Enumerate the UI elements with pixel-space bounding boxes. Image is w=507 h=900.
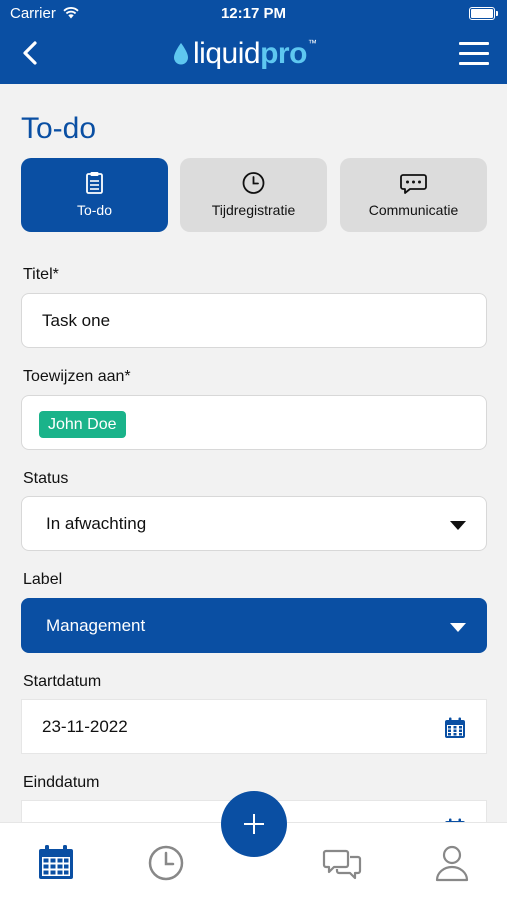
- tab-communicatie[interactable]: Communicatie: [340, 158, 487, 232]
- tab-tijdregistratie[interactable]: Tijdregistratie: [180, 158, 327, 232]
- title-input[interactable]: Task one: [21, 293, 487, 348]
- clock-icon[interactable]: [146, 843, 186, 883]
- logo-trademark: ™: [307, 38, 317, 48]
- status-select[interactable]: In afwachting: [21, 496, 487, 551]
- user-icon[interactable]: [432, 843, 472, 883]
- chat-icon: [400, 174, 427, 194]
- chat-icon[interactable]: [322, 843, 362, 883]
- water-drop-icon: [174, 43, 188, 65]
- calendar-icon[interactable]: [444, 717, 466, 739]
- logo-text-pro: pro: [260, 37, 307, 70]
- end-date-label: Einddatum: [23, 774, 100, 791]
- label-select-value: Management: [46, 616, 146, 635]
- title-label: Titel*: [23, 266, 59, 283]
- tab-todo-label: To-do: [76, 202, 113, 218]
- tab-communicatie-label: Communicatie: [368, 202, 459, 218]
- status-bar: Carrier 12:17 PM: [0, 0, 507, 28]
- start-date-label: Startdatum: [23, 673, 102, 690]
- clock-icon: [242, 172, 265, 194]
- tab-todo[interactable]: To-do: [21, 158, 168, 232]
- assignee-chip[interactable]: John Doe: [39, 411, 126, 438]
- status-time: 12:17 PM: [220, 5, 287, 22]
- app-logo: liquidpro ™: [172, 34, 317, 74]
- menu-icon-bar: [459, 52, 489, 55]
- app-header: Carrier 12:17 PM liquidpro ™: [0, 0, 507, 84]
- add-button[interactable]: [221, 791, 287, 857]
- dropdown-arrow-icon: [450, 521, 466, 530]
- calendar-icon[interactable]: [36, 843, 76, 883]
- label-select[interactable]: Management: [21, 598, 487, 653]
- tab-tijdregistratie-label: Tijdregistratie: [211, 202, 296, 218]
- status-select-value: In afwachting: [46, 514, 147, 533]
- dropdown-arrow-icon: [450, 623, 466, 632]
- back-button[interactable]: [16, 38, 46, 68]
- battery-icon: [469, 7, 498, 20]
- assign-label: Toewijzen aan*: [23, 368, 131, 385]
- menu-button[interactable]: [459, 42, 489, 66]
- start-date-value: 23-11-2022: [42, 717, 128, 736]
- title-input-value: Task one: [42, 311, 111, 330]
- status-label: Status: [23, 470, 69, 487]
- label-label: Label: [23, 571, 63, 588]
- tab-bar: To-do Tijdregistratie Communicatie: [21, 158, 487, 232]
- menu-icon-bar: [459, 62, 489, 65]
- menu-icon-bar: [459, 42, 489, 45]
- assign-input[interactable]: John Doe: [21, 395, 487, 450]
- clipboard-icon: [86, 172, 103, 194]
- start-date-input[interactable]: 23-11-2022: [21, 699, 487, 754]
- logo-text-liquid: liquid: [193, 37, 261, 70]
- page-title: To-do: [21, 112, 97, 145]
